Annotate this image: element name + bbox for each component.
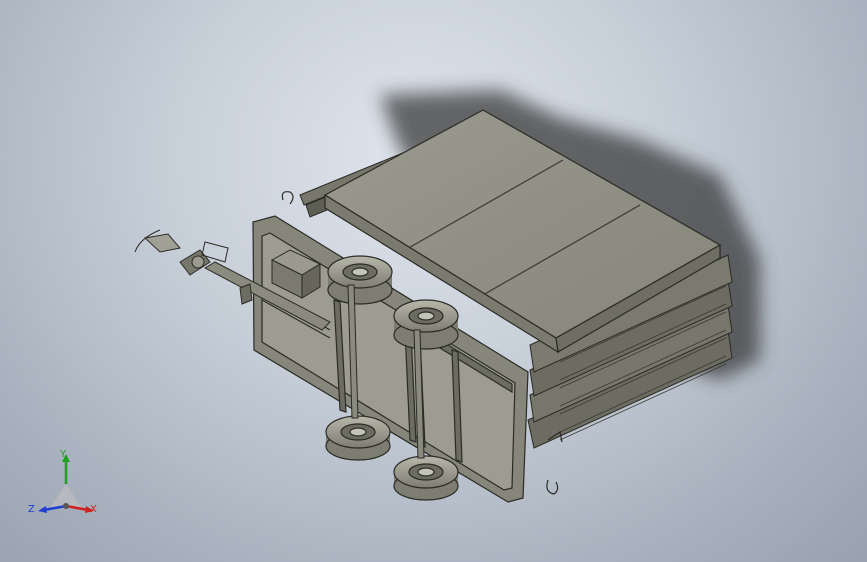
wheel-rear-right <box>393 455 459 501</box>
wheel-rear-left <box>393 299 459 350</box>
trailer-model[interactable] <box>0 0 867 562</box>
wheel-front-right <box>325 415 391 461</box>
axis-y-label: Y <box>60 449 67 460</box>
graphics-viewport[interactable]: Y X Z <box>0 0 867 562</box>
axis-z-label: Z <box>28 504 35 515</box>
orientation-triad[interactable]: Y X Z <box>28 446 104 522</box>
axis-x-label: X <box>90 504 97 515</box>
wheel-front-left <box>327 255 393 305</box>
